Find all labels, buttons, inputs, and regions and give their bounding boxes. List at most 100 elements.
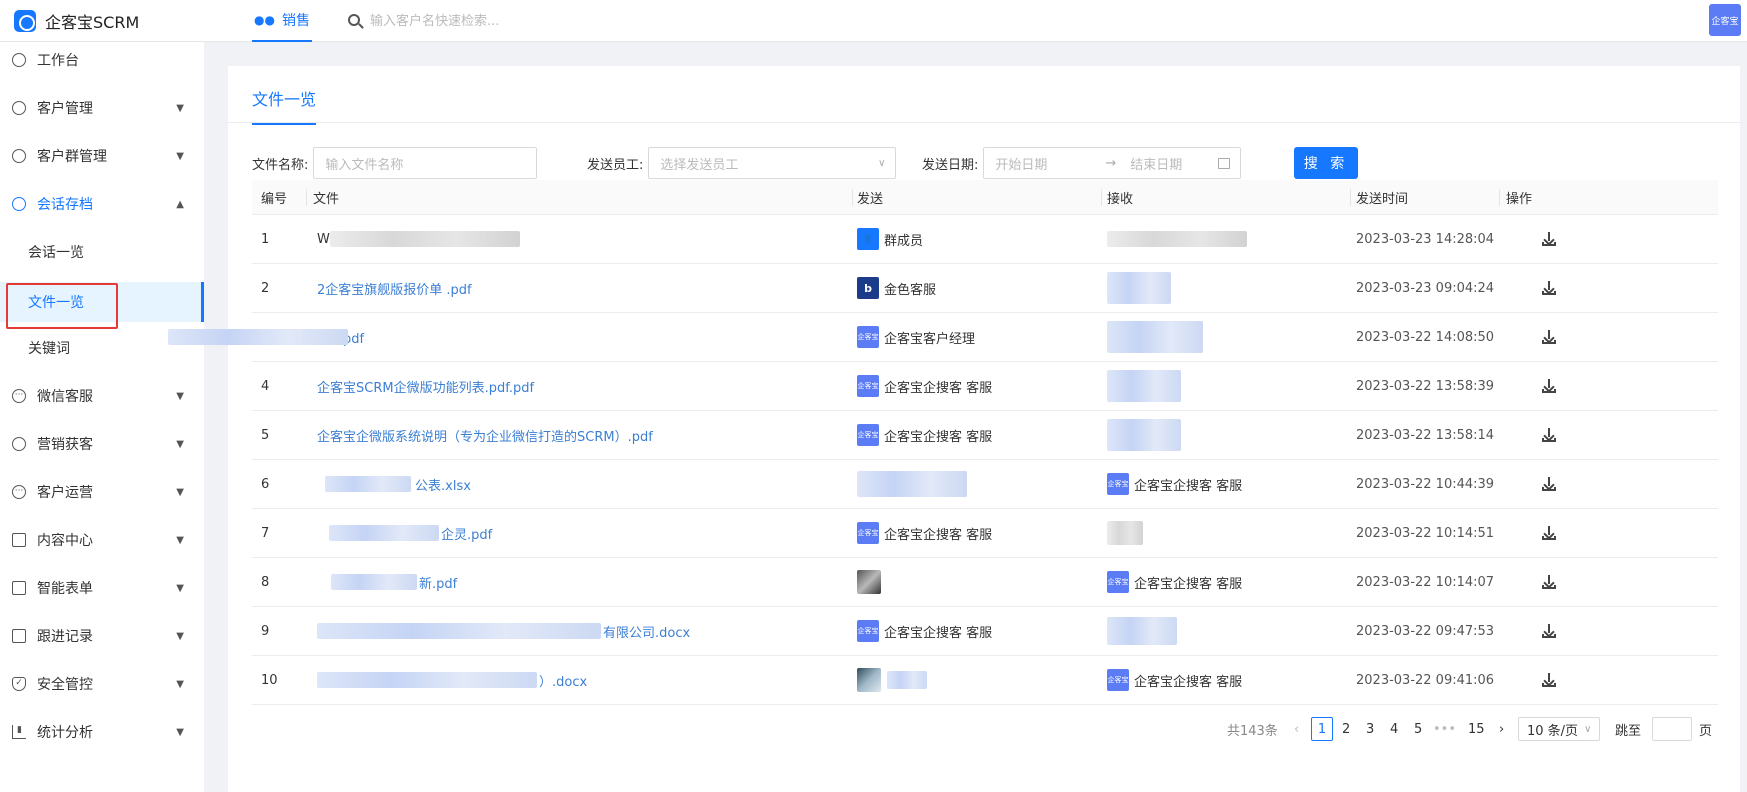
page-1[interactable]: 1 <box>1311 717 1333 741</box>
sidebar-item-groups[interactable]: 客户群管理 ▼ <box>0 138 204 174</box>
download-icon[interactable] <box>1542 313 1556 361</box>
receiver-cell <box>1107 411 1181 459</box>
chevron-down-icon: ▼ <box>176 390 184 402</box>
table-row: 7 企灵.pdf 企客宝 企客宝企搜客 客服 2023-03-22 10:14:5… <box>252 509 1718 558</box>
avatar[interactable]: 企客宝 <box>1709 4 1741 36</box>
logo-icon <box>14 10 36 32</box>
col-header-receiver: 接收 <box>1107 191 1134 207</box>
file-link[interactable]: 2企客宝旗舰版报价单 .pdf <box>317 264 472 312</box>
sender-cell <box>857 460 967 508</box>
sidebar-item-content[interactable]: 内容中心 ▼ <box>0 522 204 558</box>
file-link[interactable]: 公表.xlsx <box>317 460 471 508</box>
table-row: 5 企客宝企微版系统说明（专为企业微信打造的SCRM）.pdf 企客宝 企客宝企搜… <box>252 411 1718 460</box>
download-icon[interactable] <box>1542 411 1556 459</box>
sidebar-item-workbench[interactable]: 工作台 <box>0 42 204 78</box>
file-link[interactable]: 企灵.pdf <box>317 509 492 557</box>
arrow-right-icon: → <box>1105 155 1117 171</box>
download-icon[interactable] <box>1542 656 1556 704</box>
sidebar-item-operations[interactable]: ··· 客户运营 ▼ <box>0 474 204 510</box>
sidebar-item-conversations[interactable]: 会话一览 <box>0 234 204 270</box>
sidebar-item-followups[interactable]: 跟进记录 ▼ <box>0 618 204 654</box>
download-icon[interactable] <box>1542 509 1556 557</box>
sidebar-item-statistics[interactable]: ▮ 统计分析 ▼ <box>0 714 204 750</box>
qkb-avatar: 企客宝 <box>857 424 879 446</box>
table-row: 3 成都pdf 企客宝企客宝客户经理 2023-03-22 14:08:50 <box>168 313 1718 362</box>
file-link[interactable]: 新.pdf <box>317 558 457 606</box>
download-icon[interactable] <box>1542 607 1556 655</box>
sender-cell: 企客宝 企客宝企搜客 客服 <box>857 362 992 410</box>
customer-search[interactable]: 输入客户名快速检索... <box>348 10 499 29</box>
sidebar-item-customers[interactable]: 客户管理 ▼ <box>0 90 204 126</box>
sidebar-item-forms[interactable]: 智能表单 ▼ <box>0 570 204 606</box>
sidebar-item-security[interactable]: ✓ 安全管控 ▼ <box>0 666 204 702</box>
file-name-input[interactable]: 输入文件名称 <box>313 147 538 179</box>
file-link[interactable]: W <box>317 215 520 263</box>
sender-select[interactable]: 选择发送员工 ∨ <box>648 147 897 179</box>
col-header-file: 文件 <box>313 191 340 207</box>
search-icon <box>348 13 360 26</box>
receiver-cell <box>1107 607 1177 655</box>
file-name-filter: 文件名称: 输入文件名称 <box>252 147 538 179</box>
record-icon <box>12 629 26 643</box>
jump-input[interactable] <box>1652 717 1692 741</box>
col-header-action: 操作 <box>1506 191 1533 207</box>
chevron-down-icon: ▼ <box>176 726 184 738</box>
chevron-down-icon: ▼ <box>176 678 184 690</box>
page-15[interactable]: 15 <box>1468 717 1485 741</box>
file-link[interactable]: 有限公司.docx <box>317 607 690 655</box>
sender-cell: 企客宝 企客宝企搜客 客服 <box>857 411 992 459</box>
app-title: 企客宝SCRM <box>45 13 140 32</box>
download-icon[interactable] <box>1542 362 1556 410</box>
file-link[interactable]: 企客宝企微版系统说明（专为企业微信打造的SCRM）.pdf <box>317 411 653 459</box>
sidebar-item-archive[interactable]: 会话存档 ▲ <box>0 186 204 222</box>
tab-file-list[interactable]: 文件一览 <box>252 86 317 125</box>
qkb-avatar: 企客宝 <box>1107 473 1129 495</box>
date-range-picker[interactable]: 开始日期 → 结束日期 <box>983 147 1242 179</box>
file-link[interactable]: 成都pdf <box>168 313 520 361</box>
end-date-input[interactable]: 结束日期 <box>1130 154 1182 173</box>
top-bar: 企客宝SCRM ●● 销售 输入客户名快速检索... 企客宝 <box>0 0 1747 42</box>
sender-cell <box>857 656 927 704</box>
tab-bar: 文件一览 <box>228 66 1740 125</box>
page-ellipsis[interactable]: ••• <box>1433 717 1456 741</box>
customer-search-input[interactable]: 输入客户名快速检索... <box>370 10 499 29</box>
tab-sales-label: 销售 <box>281 13 310 29</box>
file-table: 编号 文件 发送 接收 发送时间 操作 1 W 👤 群成员 2023-03-23 … <box>168 180 1718 705</box>
page-2[interactable]: 2 <box>1342 717 1350 741</box>
table-header: 编号 文件 发送 接收 发送时间 操作 <box>252 180 1718 215</box>
qkb-avatar: 企客宝 <box>857 522 879 544</box>
sender-cell: 企客宝 企客宝企搜客 客服 <box>857 607 992 655</box>
download-icon[interactable] <box>1542 215 1556 263</box>
download-icon[interactable] <box>1542 460 1556 508</box>
page-5[interactable]: 5 <box>1414 717 1422 741</box>
download-icon[interactable] <box>1542 264 1556 312</box>
file-link[interactable]: ）.docx <box>317 656 587 704</box>
chat-icon <box>12 197 26 211</box>
search-button[interactable]: 搜 索 <box>1294 147 1358 179</box>
receiver-cell <box>1107 362 1181 410</box>
col-header-time: 发送时间 <box>1356 191 1409 207</box>
sender-cell: 👤 群成员 <box>857 215 923 263</box>
tab-sales[interactable]: ●● 销售 <box>252 0 312 42</box>
download-icon[interactable] <box>1542 558 1556 606</box>
chevron-down-icon: ▼ <box>176 486 184 498</box>
date-filter: 发送日期: 开始日期 → 结束日期 <box>922 147 1242 179</box>
chevron-down-icon: ▼ <box>176 630 184 642</box>
person-icon: 👤 <box>857 228 879 250</box>
app-logo[interactable]: 企客宝SCRM <box>14 9 139 33</box>
sidebar-item-wechat-service[interactable]: ··· 微信客服 ▼ <box>0 378 204 414</box>
sidebar: 工作台 客户管理 ▼ 客户群管理 ▼ 会话存档 ▲ 会话一览 文件一览 关键词 ···… <box>0 42 204 792</box>
start-date-input[interactable]: 开始日期 <box>995 154 1105 173</box>
page-4[interactable]: 4 <box>1390 717 1398 741</box>
receiver-cell: 企客宝 企客宝企搜客 客服 <box>1107 460 1242 508</box>
page-size-select[interactable]: 10 条/页 ∨ <box>1518 717 1601 741</box>
jump-label: 跳至 <box>1615 723 1642 739</box>
page-3[interactable]: 3 <box>1366 717 1374 741</box>
table-row: 6 公表.xlsx 企客宝 企客宝企搜客 客服 2023-03-22 10:44:… <box>252 460 1718 509</box>
prev-page-icon[interactable]: ‹ <box>1294 717 1299 741</box>
form-icon <box>12 581 26 595</box>
calendar-icon <box>1218 157 1231 169</box>
file-link[interactable]: 企客宝SCRM企微版功能列表.pdf.pdf <box>317 362 534 410</box>
sidebar-item-marketing[interactable]: 营销获客 ▼ <box>0 426 204 462</box>
next-page-icon[interactable]: › <box>1499 717 1504 741</box>
